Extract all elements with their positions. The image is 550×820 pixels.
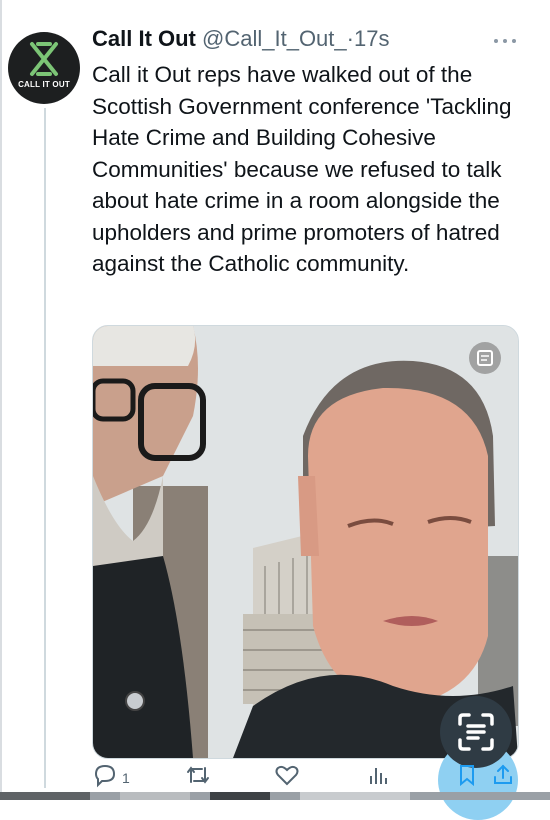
call-it-out-logo-icon [30, 42, 58, 76]
bookmark-button[interactable] [454, 762, 484, 792]
more-icon[interactable] [492, 36, 518, 46]
next-tweet-preview-strip [0, 792, 550, 800]
timestamp[interactable]: 17s [354, 26, 389, 51]
video-frame [93, 326, 518, 758]
views-icon [370, 768, 387, 784]
alt-badge-icon[interactable] [469, 342, 501, 374]
like-button[interactable] [274, 762, 304, 792]
retweet-button[interactable] [184, 762, 214, 792]
display-name[interactable]: Call It Out [92, 26, 196, 51]
reply-count: 1 [122, 770, 130, 786]
like-icon [275, 765, 299, 786]
avatar-logo-text: CALL IT OUT [18, 80, 70, 89]
tweet-text: Call it Out reps have walked out of the … [92, 62, 512, 276]
window-edge [0, 0, 2, 800]
thread-line [44, 108, 46, 788]
separator-dot: · [346, 26, 354, 51]
retweet-icon [187, 766, 209, 784]
share-button[interactable] [490, 762, 520, 792]
share-icon [494, 764, 512, 784]
tweet-header: Call It Out @Call_It_Out_·17s [92, 26, 389, 52]
avatar[interactable]: CALL IT OUT [8, 32, 80, 104]
tweet-video[interactable] [92, 325, 519, 759]
reply-icon [94, 764, 116, 788]
views-button[interactable] [366, 762, 396, 792]
bookmark-icon [460, 765, 474, 787]
text-scan-icon[interactable] [440, 696, 512, 768]
user-handle[interactable]: @Call_It_Out_ [202, 26, 347, 51]
reply-button[interactable]: 1 [92, 762, 152, 792]
tweet-actions: 1 [92, 762, 522, 792]
